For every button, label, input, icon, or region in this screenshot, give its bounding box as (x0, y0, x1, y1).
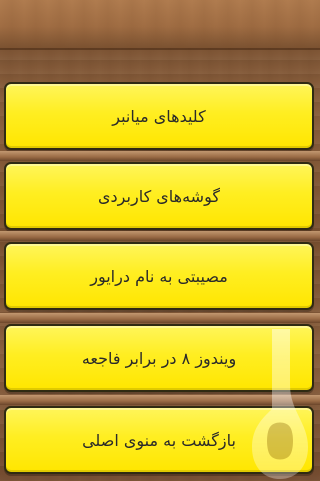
wood-divider (0, 395, 320, 405)
wood-divider (0, 151, 320, 161)
menu-item-windows-8-disaster[interactable]: ویندوز ۸ در برابر فاجعه (4, 324, 314, 392)
menu-item-label: مصیبتی به نام درایور (90, 266, 228, 286)
menu-item-hot-corners[interactable]: گوشه‌های کاربردی (4, 162, 314, 230)
menu-item-label: ویندوز ۸ در برابر فاجعه (81, 348, 237, 368)
menu-list: کلیدهای میانبر گوشه‌های کاربردی مصیبتی ب… (0, 58, 320, 480)
back-to-main-menu-button[interactable]: بازگشت به منوی اصلی (4, 406, 314, 474)
menu-item-shortcut-keys[interactable]: کلیدهای میانبر (4, 82, 314, 150)
menu-item-label: بازگشت به منوی اصلی (82, 430, 236, 450)
wood-header-bar (0, 0, 320, 48)
menu-item-label: گوشه‌های کاربردی (98, 186, 220, 206)
wood-divider (0, 313, 320, 323)
menu-item-driver-problem[interactable]: مصیبتی به نام درایور (4, 242, 314, 310)
wood-divider (0, 231, 320, 241)
menu-item-label: کلیدهای میانبر (112, 106, 206, 126)
